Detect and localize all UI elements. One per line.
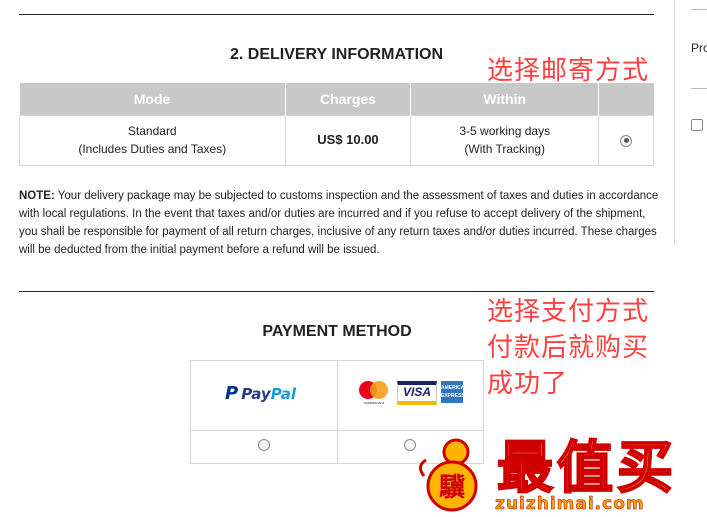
- column-header-charges: Charges: [285, 83, 412, 115]
- note-label: NOTE:: [19, 190, 55, 202]
- note-text: Your delivery package may be subjected t…: [19, 190, 659, 256]
- side-panel-rule: [691, 88, 707, 89]
- paypal-logo-icon[interactable]: P PayPal: [225, 383, 296, 404]
- delivery-annotation: 选择邮寄方式: [487, 56, 650, 86]
- card-payment-radio[interactable]: [404, 439, 416, 451]
- paypal-radio[interactable]: [258, 439, 270, 451]
- top-divider: [19, 14, 654, 15]
- delivery-charge-value: US$ 10.00: [317, 132, 379, 147]
- delivery-within-note: (With Tracking): [464, 142, 546, 156]
- delivery-within-cell: 3-5 working days (With Tracking): [410, 114, 600, 166]
- side-panel-label: Pro: [691, 41, 707, 55]
- payment-column-divider: [337, 361, 338, 463]
- side-panel-checkbox[interactable]: [691, 119, 703, 131]
- mastercard-icon: mastercard: [357, 379, 391, 407]
- payment-annotation: 选择支付方式 付款后就购买 成功了: [487, 297, 650, 399]
- delivery-charges-cell: US$ 10.00: [284, 114, 412, 166]
- delivery-standard-radio[interactable]: [620, 134, 633, 147]
- watermark-logo-icon: 驥: [419, 438, 478, 512]
- delivery-mode-note: (Includes Duties and Taxes): [78, 142, 227, 156]
- column-header-mode: Mode: [19, 83, 286, 115]
- delivery-select-cell: [598, 114, 654, 166]
- watermark-url: zuizhimai.com: [495, 494, 645, 515]
- section-divider: [19, 291, 654, 292]
- delivery-mode-name: Standard: [127, 124, 177, 138]
- svg-text:驥: 驥: [439, 473, 465, 503]
- side-panel: Pro: [674, 0, 707, 244]
- watermark-brand: 最值买: [496, 436, 677, 501]
- paypal-p-mark-icon: P: [225, 383, 239, 404]
- amex-icon: AMERICAN EXPRESS: [441, 381, 468, 403]
- payment-section-title: PAYMENT METHOD: [262, 323, 412, 340]
- visa-icon: VISA: [397, 381, 437, 405]
- payment-row-divider: [191, 430, 483, 431]
- card-logos[interactable]: mastercard VISA AMERICAN EXPRESS: [357, 379, 468, 409]
- delivery-note: NOTE: Your delivery package may be subje…: [19, 187, 659, 259]
- side-panel-rule: [691, 9, 707, 10]
- delivery-option-row[interactable]: Standard (Includes Duties and Taxes) US$…: [19, 114, 654, 166]
- delivery-mode-cell: Standard (Includes Duties and Taxes): [19, 114, 286, 166]
- delivery-within-value: 3-5 working days: [459, 124, 551, 138]
- delivery-options-table: Mode Charges Within Standard (Includes D…: [19, 83, 654, 166]
